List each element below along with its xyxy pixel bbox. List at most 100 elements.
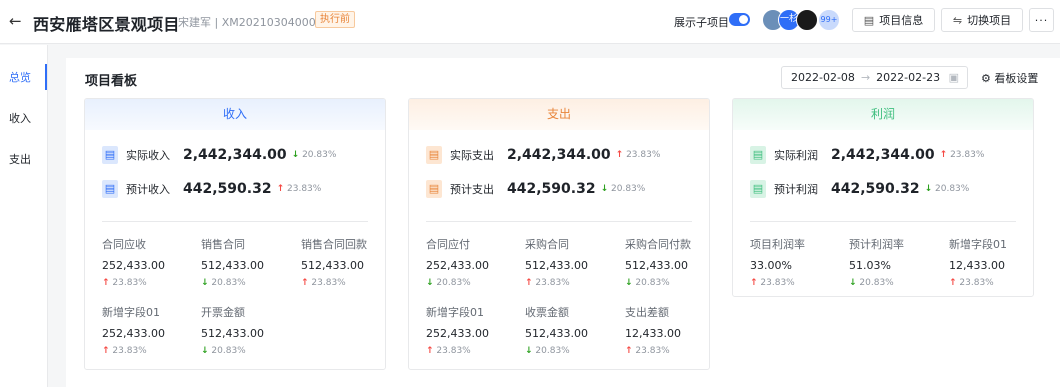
metric-label: 实际利润 (774, 149, 818, 162)
document-icon: ▤ (102, 146, 118, 164)
change-percent: 20.83% (211, 278, 246, 288)
board-settings-button[interactable]: ⚙ 看板设置 (981, 70, 1038, 86)
trend-up-icon: ↑ (750, 278, 758, 288)
stat-change: ↑ 23.83% (625, 346, 709, 356)
trend-up-icon: ↑ (615, 150, 624, 160)
stat-value: 252,433.00 (102, 259, 165, 272)
stat-change: ↓ 20.83% (201, 278, 301, 288)
change-percent: 23.83% (950, 150, 985, 160)
switch-project-button[interactable]: ⇋ 切换项目 (941, 8, 1023, 32)
stat-label: 收票金额 (525, 306, 569, 319)
stat-cell: 新增字段01 252,433.00 ↑ 23.83% (426, 304, 526, 356)
metric-value: 2,442,344.00 (507, 147, 611, 163)
stat-change: ↑ 23.83% (102, 346, 202, 356)
avatar-more-count[interactable]: 99+ (818, 9, 840, 31)
change-percent: 20.83% (302, 150, 337, 160)
project-info-label: 项目信息 (879, 14, 924, 27)
stat-value: 512,433.00 (525, 259, 588, 272)
metric-change: ↑ 23.83% (616, 150, 661, 160)
stat-label: 销售合同回款 (301, 238, 367, 251)
trend-down-icon: ↓ (291, 150, 300, 160)
stat-label: 新增字段01 (426, 306, 484, 319)
stat-cell: 预计利润率 51.03% ↓ 20.83% (849, 236, 949, 288)
date-separator: → (860, 71, 871, 84)
change-percent: 23.83% (311, 278, 346, 288)
stat-label: 项目利润率 (750, 238, 805, 251)
metric-label: 预计收入 (126, 183, 170, 196)
switch-project-label: 切换项目 (967, 14, 1012, 27)
stat-change: ↓ 20.83% (625, 278, 709, 288)
date-range-picker[interactable]: 2022-02-08 → 2022-02-23 ▣ (781, 66, 968, 89)
change-percent: 20.83% (635, 278, 670, 288)
trend-up-icon: ↑ (625, 346, 633, 356)
stat-label: 新增字段01 (102, 306, 160, 319)
sidebar-item-overview[interactable]: 总览 (9, 69, 31, 85)
stat-cell: 合同应收 252,433.00 ↑ 23.83% (102, 236, 202, 288)
stat-value: 252,433.00 (426, 259, 489, 272)
stat-change: ↑ 23.83% (949, 278, 1033, 288)
project-meta: 宋建军 | XM202103040001 (178, 16, 323, 29)
primary-metric: ▤ 预计收入 442,590.32 ↑ 23.83% (102, 178, 321, 200)
metric-change: ↑ 23.83% (277, 184, 322, 194)
trend-up-icon: ↑ (949, 278, 957, 288)
gear-icon: ⚙ (981, 72, 995, 85)
document-icon: ▤ (102, 180, 118, 198)
stat-cell: 采购合同付款 512,433.00 ↓ 20.83% (625, 236, 709, 288)
trend-down-icon: ↓ (201, 278, 209, 288)
document-icon: ▤ (750, 180, 766, 198)
page-title: 西安雁塔区景观项目 (33, 15, 180, 34)
change-percent: 20.83% (211, 346, 246, 356)
change-percent: 23.83% (635, 346, 670, 356)
change-percent: 20.83% (859, 278, 894, 288)
divider (102, 221, 368, 222)
stat-label: 采购合同付款 (625, 238, 691, 251)
trend-up-icon: ↑ (102, 346, 110, 356)
change-percent: 23.83% (535, 278, 570, 288)
stat-change: ↓ 20.83% (849, 278, 949, 288)
stat-label: 合同应付 (426, 238, 470, 251)
stat-value: 512,433.00 (525, 327, 588, 340)
trend-up-icon: ↑ (276, 184, 285, 194)
stat-value: 51.03% (849, 259, 891, 272)
divider (426, 221, 692, 222)
stat-value: 12,433.00 (949, 259, 1005, 272)
show-subprojects-toggle[interactable] (729, 13, 750, 26)
stat-cell: 收票金额 512,433.00 ↓ 20.83% (525, 304, 625, 356)
stat-cell: 开票金额 512,433.00 ↓ 20.83% (201, 304, 301, 356)
board-title: 项目看板 (85, 74, 138, 89)
metric-change: ↓ 20.83% (601, 184, 646, 194)
trend-up-icon: ↑ (939, 150, 948, 160)
sidebar-item-expense[interactable]: 支出 (9, 151, 31, 167)
change-percent: 20.83% (611, 184, 646, 194)
stat-value: 12,433.00 (625, 327, 681, 340)
change-percent: 20.83% (535, 346, 570, 356)
stat-change: ↑ 23.83% (102, 278, 202, 288)
trend-up-icon: ↑ (102, 278, 110, 288)
stat-change: ↑ 23.83% (750, 278, 850, 288)
project-info-button[interactable]: ▤ 项目信息 (852, 8, 935, 32)
sidebar: 总览 收入 支出 (0, 45, 48, 387)
card-expense: 支出 ▤ 实际支出 2,442,344.00 ↑ 23.83% ▤ 预计支出 4… (408, 98, 710, 370)
calendar-icon: ▣ (948, 71, 959, 84)
back-arrow-icon[interactable]: ← (9, 12, 22, 30)
avatar[interactable] (796, 9, 818, 31)
change-percent: 23.83% (112, 346, 147, 356)
stat-value: 512,433.00 (301, 259, 364, 272)
document-icon: ▤ (863, 13, 875, 27)
metric-label: 实际支出 (450, 149, 494, 162)
trend-down-icon: ↓ (924, 184, 933, 194)
card-title: 支出 (409, 99, 709, 130)
metric-value: 2,442,344.00 (831, 147, 935, 163)
sidebar-item-income[interactable]: 收入 (9, 110, 31, 126)
stat-value: 252,433.00 (102, 327, 165, 340)
primary-metric: ▤ 实际利润 2,442,344.00 ↑ 23.83% (750, 144, 984, 166)
trend-down-icon: ↓ (525, 346, 533, 356)
stat-change: ↓ 20.83% (201, 346, 301, 356)
more-button[interactable]: ··· (1029, 8, 1054, 32)
stat-cell: 支出差额 12,433.00 ↑ 23.83% (625, 304, 709, 356)
change-percent: 20.83% (436, 278, 471, 288)
document-icon: ▤ (750, 146, 766, 164)
stat-change: ↓ 20.83% (426, 278, 526, 288)
stat-label: 开票金额 (201, 306, 245, 319)
show-subprojects-label: 展示子项目 (674, 16, 729, 29)
